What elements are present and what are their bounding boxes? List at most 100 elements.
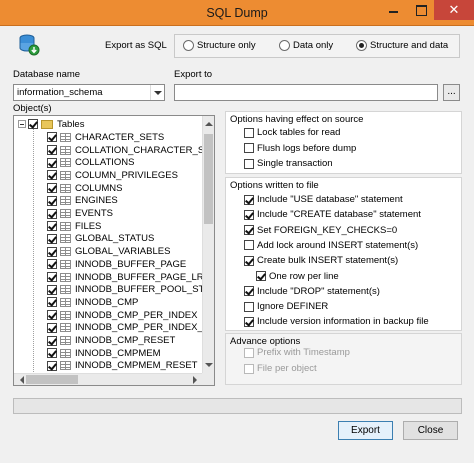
option-file-3[interactable]: Add lock around INSERT statement(s): [244, 240, 418, 251]
tree-item-label: COLLATION_CHARACTER_SET_AP: [75, 144, 214, 156]
tree-item-checkbox[interactable]: [47, 183, 57, 194]
tree-item-checkbox[interactable]: [47, 335, 57, 346]
tree-item-checkbox[interactable]: [47, 322, 57, 333]
tree-item-checkbox[interactable]: [47, 246, 57, 257]
option-checkbox[interactable]: [244, 240, 254, 251]
tree-item-label: EVENTS: [75, 208, 114, 220]
tree-item-checkbox[interactable]: [47, 297, 57, 308]
tree-item[interactable]: INNODB_CMP_PER_INDEX_RESET: [47, 322, 214, 335]
tree-item[interactable]: INNODB_BUFFER_PAGE_LRU: [47, 271, 211, 284]
tree-item-label: CHARACTER_SETS: [75, 131, 165, 143]
tree-item-checkbox[interactable]: [47, 348, 57, 359]
radio-button[interactable]: [356, 40, 367, 51]
option-adv-0[interactable]: Prefix with Timestamp: [244, 347, 350, 358]
option-checkbox[interactable]: [244, 301, 254, 312]
option-file-6[interactable]: Include "DROP" statement(s): [244, 286, 380, 297]
chevron-down-icon[interactable]: [150, 85, 164, 100]
tables-checkbox[interactable]: [28, 119, 38, 130]
tree-item[interactable]: INNODB_CMP_RESET: [47, 334, 175, 347]
scroll-thumb[interactable]: [204, 134, 213, 224]
tree-item-checkbox[interactable]: [47, 170, 57, 181]
radio-button[interactable]: [279, 40, 290, 51]
radio-structure-and-data[interactable]: Structure and data: [356, 40, 448, 51]
export-button[interactable]: Export: [338, 421, 393, 440]
option-src-0[interactable]: Lock tables for read: [244, 127, 340, 138]
tree-item-checkbox[interactable]: [47, 195, 57, 206]
option-checkbox[interactable]: [244, 127, 254, 138]
tree-item[interactable]: INNODB_BUFFER_PAGE: [47, 258, 186, 271]
tree-item[interactable]: INNODB_CMP: [47, 296, 138, 309]
radio-structure-only[interactable]: Structure only: [183, 40, 256, 51]
tree-item-checkbox[interactable]: [47, 221, 57, 232]
scroll-left-icon[interactable]: [16, 376, 24, 384]
option-src-2[interactable]: Single transaction: [244, 158, 333, 169]
tree-item[interactable]: CHARACTER_SETS: [47, 131, 164, 144]
database-select[interactable]: information_schema: [13, 84, 165, 101]
collapse-icon[interactable]: [18, 120, 26, 129]
option-checkbox[interactable]: [244, 255, 254, 266]
minimize-button[interactable]: [380, 0, 407, 20]
close-button[interactable]: Close: [403, 421, 458, 440]
tree-item[interactable]: INNODB_CMPMEM: [47, 347, 161, 360]
tree-item-checkbox[interactable]: [47, 272, 57, 283]
tree-vertical-scrollbar[interactable]: [202, 116, 214, 373]
tree-item[interactable]: GLOBAL_STATUS: [47, 233, 154, 246]
table-icon: [60, 234, 71, 244]
radio-button[interactable]: [183, 40, 194, 51]
option-file-5[interactable]: One row per line: [256, 271, 339, 282]
file-options-title: Options written to file: [230, 180, 319, 191]
option-file-8[interactable]: Include version information in backup fi…: [244, 316, 429, 327]
tree-item-checkbox[interactable]: [47, 284, 57, 295]
option-file-2[interactable]: Set FOREIGN_KEY_CHECKS=0: [244, 225, 397, 236]
option-checkbox[interactable]: [244, 225, 254, 236]
browse-button[interactable]: ...: [443, 84, 460, 101]
scroll-down-icon[interactable]: [205, 363, 213, 371]
option-file-0[interactable]: Include "USE database" statement: [244, 194, 403, 205]
tree-item-checkbox[interactable]: [47, 157, 57, 168]
tree-item[interactable]: COLLATIONS: [47, 156, 134, 169]
option-checkbox[interactable]: [244, 209, 254, 220]
tree-item[interactable]: FILES: [47, 220, 101, 233]
tree-item-checkbox[interactable]: [47, 310, 57, 321]
tree-item-checkbox[interactable]: [47, 145, 57, 156]
tree-item-checkbox[interactable]: [47, 132, 57, 143]
tree-item[interactable]: ENGINES: [47, 195, 118, 208]
tree-item-checkbox[interactable]: [47, 233, 57, 244]
tree-item[interactable]: GLOBAL_VARIABLES: [47, 245, 170, 258]
tree-item[interactable]: COLUMNS: [47, 182, 123, 195]
option-checkbox[interactable]: [244, 316, 254, 327]
tree-item-checkbox[interactable]: [47, 360, 57, 371]
option-checkbox[interactable]: [244, 363, 254, 374]
option-checkbox[interactable]: [244, 286, 254, 297]
option-file-1[interactable]: Include "CREATE database" statement: [244, 209, 421, 220]
option-adv-1[interactable]: File per object: [244, 363, 317, 374]
option-file-7[interactable]: Ignore DEFINER: [244, 301, 328, 312]
scroll-right-icon[interactable]: [193, 376, 201, 384]
option-checkbox[interactable]: [244, 347, 254, 358]
close-window-button[interactable]: ✕: [434, 0, 474, 20]
option-checkbox[interactable]: [244, 143, 254, 153]
tree-item[interactable]: INNODB_CMP_PER_INDEX: [47, 309, 197, 322]
option-src-1[interactable]: Flush logs before dump: [244, 143, 356, 154]
tree-item[interactable]: COLLATION_CHARACTER_SET_AP: [47, 144, 214, 157]
export-to-input[interactable]: [174, 84, 438, 101]
tree-item-label: COLUMN_PRIVILEGES: [75, 169, 178, 181]
scroll-thumb[interactable]: [26, 375, 78, 384]
option-file-4[interactable]: Create bulk INSERT statement(s): [244, 255, 398, 266]
tree-item[interactable]: INNODB_BUFFER_POOL_STATS: [47, 283, 214, 296]
option-checkbox[interactable]: [256, 271, 266, 281]
objects-tree[interactable]: Tables CHARACTER_SETS COLLATION_CHARACTER…: [13, 115, 215, 386]
tree-root-tables[interactable]: Tables: [18, 118, 84, 131]
option-checkbox[interactable]: [244, 194, 254, 205]
tree-horizontal-scrollbar[interactable]: [14, 373, 203, 385]
tree-item[interactable]: COLUMN_PRIVILEGES: [47, 169, 178, 182]
tree-item-checkbox[interactable]: [47, 208, 57, 219]
radio-data-only[interactable]: Data only: [279, 40, 333, 51]
scroll-up-icon[interactable]: [205, 118, 213, 126]
tree-item[interactable]: EVENTS: [47, 207, 113, 220]
tree-item-checkbox[interactable]: [47, 259, 57, 270]
option-checkbox[interactable]: [244, 158, 254, 169]
table-icon: [60, 247, 71, 257]
tree-item[interactable]: INNODB_CMPMEM_RESET: [47, 360, 197, 373]
maximize-button[interactable]: [407, 0, 434, 20]
